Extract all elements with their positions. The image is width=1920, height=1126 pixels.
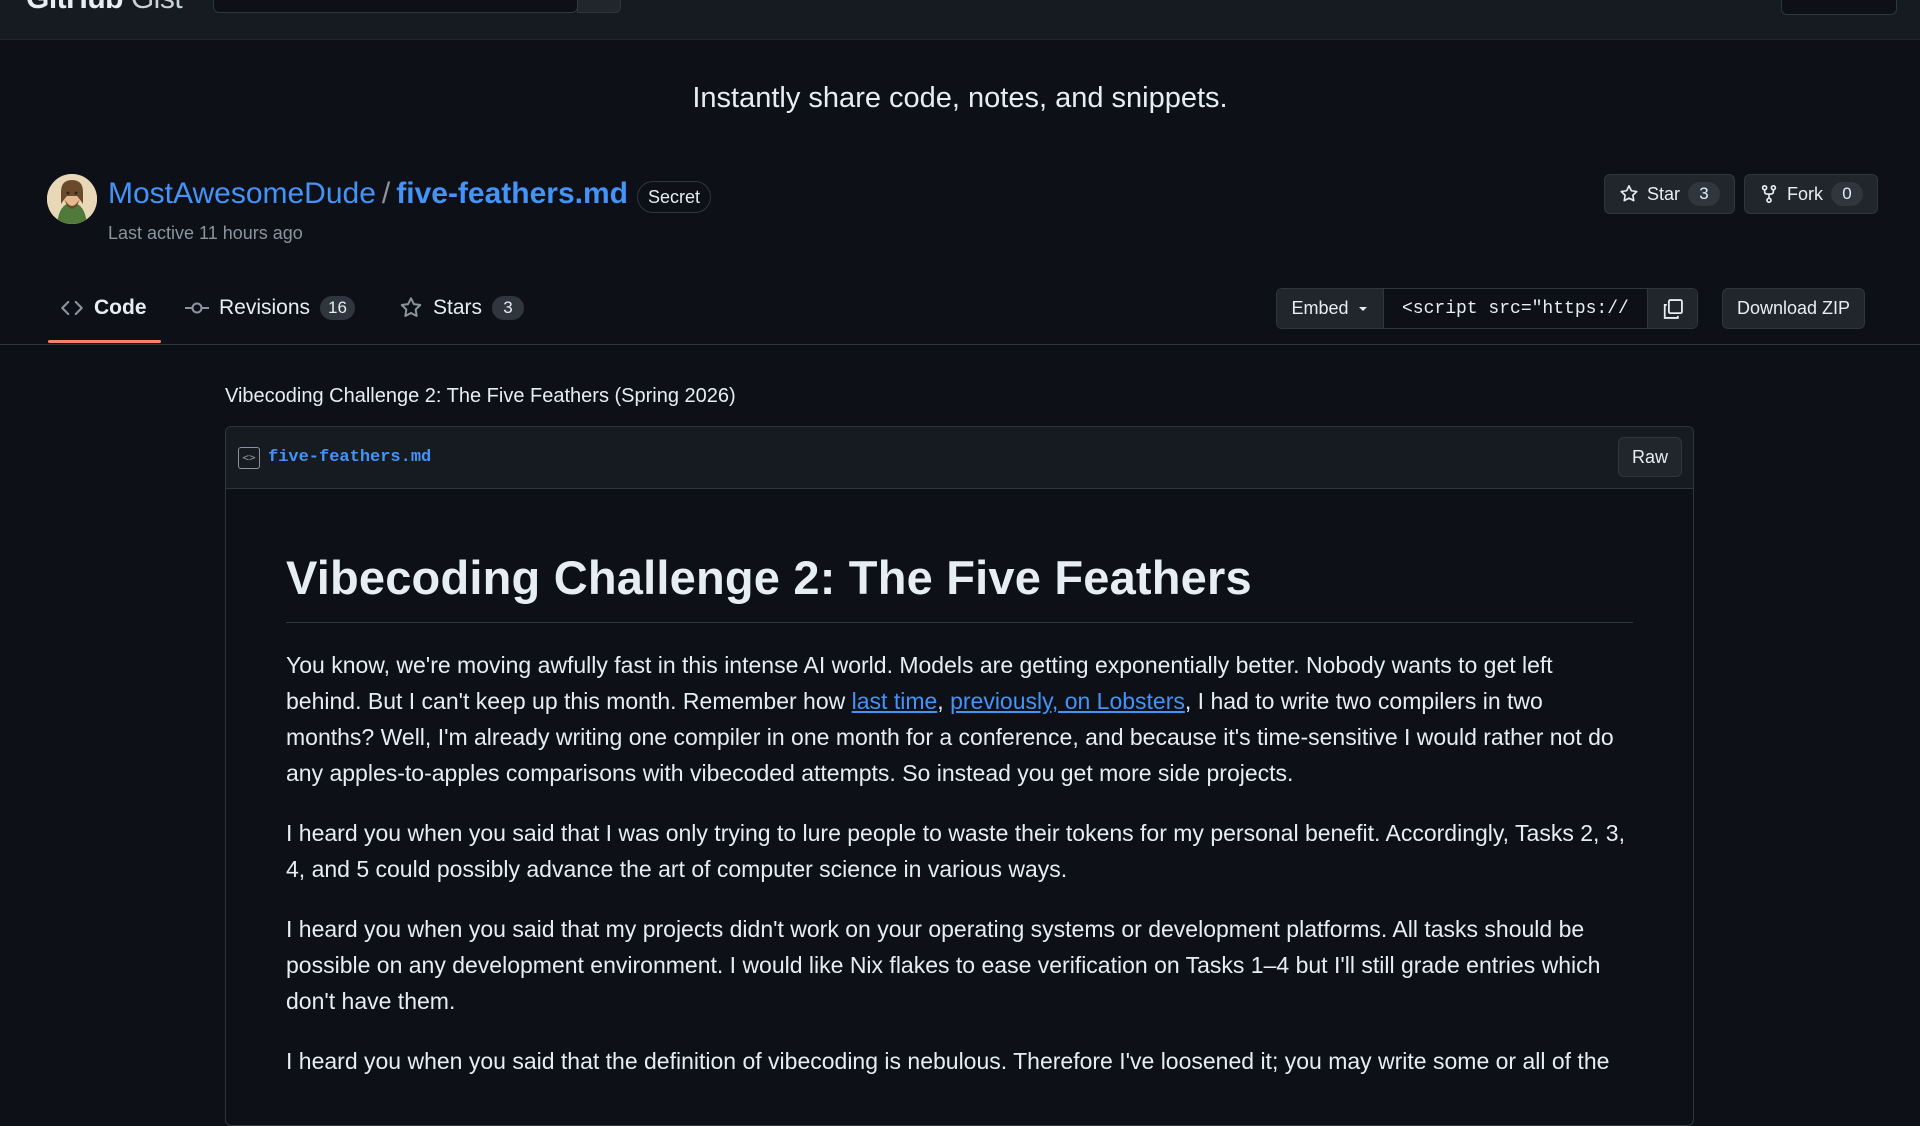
download-zip-label: Download ZIP [1737,298,1851,318]
search-button[interactable] [577,0,621,13]
chevron-down-icon [1358,306,1367,311]
file-container: <> five-feathers.md Raw Vibecoding Chall… [225,426,1694,1126]
visibility-badge: Secret [637,181,712,213]
gist-title: MostAwesomeDude / five-feathers.md [108,177,628,211]
copy-button[interactable] [1647,289,1697,328]
star-outline-icon [400,297,422,317]
markdown-paragraph: I heard you when you said that the defin… [286,1048,1610,1074]
fork-icon [1761,184,1777,204]
logo-sub-text: Gist [131,0,183,15]
raw-button[interactable]: Raw [1617,437,1682,477]
fork-button[interactable]: Fork 0 [1744,174,1878,214]
revisions-count: 16 [320,296,355,320]
logo-main-text: GitHub [26,0,123,15]
file-code-icon: <> [238,446,260,469]
markdown-paragraph: I heard you when you said that my projec… [286,916,1601,1014]
tagline: Instantly share code, notes, and snippet… [692,82,1228,114]
tab-revisions-label: Revisions [219,296,311,319]
search-input[interactable] [213,0,578,13]
title-separator: / [381,177,391,210]
owner-link[interactable]: MostAwesomeDude [108,177,376,210]
fork-label: Fork [1787,183,1823,204]
code-icon [61,300,83,316]
last-time-link[interactable]: last time [852,688,938,714]
stars-count: 3 [492,296,525,320]
commit-icon [185,302,209,314]
paragraph-text: , [937,688,951,714]
markdown-paragraph: You know, we're moving awfully fast in t… [286,647,1633,791]
file-header: <> five-feathers.md Raw [226,427,1693,489]
embed-label: Embed [1291,298,1349,318]
top-navbar: GitHub Gist [0,0,1920,40]
download-zip-button[interactable]: Download ZIP [1722,288,1866,329]
avatar-icon [47,174,97,224]
tab-stars[interactable]: Stars 3 [399,290,525,326]
fork-count: 0 [1831,182,1863,206]
markdown-body: Vibecoding Challenge 2: The Five Feather… [226,550,1693,1079]
star-label: Star [1647,183,1681,204]
last-active-text: Last active 11 hours ago [108,223,303,243]
file-name-link[interactable]: five-feathers.md [268,448,431,467]
user-menu-button[interactable] [1781,0,1897,15]
markdown-paragraph: I heard you when you said that I was onl… [286,820,1625,882]
active-tab-indicator [48,340,161,343]
embed-select[interactable]: Embed [1277,289,1384,328]
tab-code-label: Code [94,296,147,319]
avatar[interactable] [47,174,97,224]
lobsters-link[interactable]: previously, on Lobsters [950,688,1185,714]
star-button[interactable]: Star 3 [1604,174,1736,214]
tab-revisions[interactable]: Revisions 16 [185,290,355,326]
raw-label: Raw [1631,446,1668,467]
markdown-heading: Vibecoding Challenge 2: The Five Feather… [286,550,1633,623]
embed-code-input[interactable]: <script src="https:// [1384,289,1647,328]
tab-stars-label: Stars [433,296,483,319]
embed-group: Embed <script src="https:// [1276,288,1698,329]
gist-filename-link[interactable]: five-feathers.md [396,177,628,210]
star-count: 3 [1688,182,1721,206]
star-icon [1620,185,1638,202]
copy-icon [1663,298,1683,319]
tabs-divider [0,344,1920,345]
gist-description: Vibecoding Challenge 2: The Five Feather… [225,385,736,407]
tab-code[interactable]: Code [60,290,147,326]
github-gist-logo[interactable]: GitHub Gist [26,0,183,16]
